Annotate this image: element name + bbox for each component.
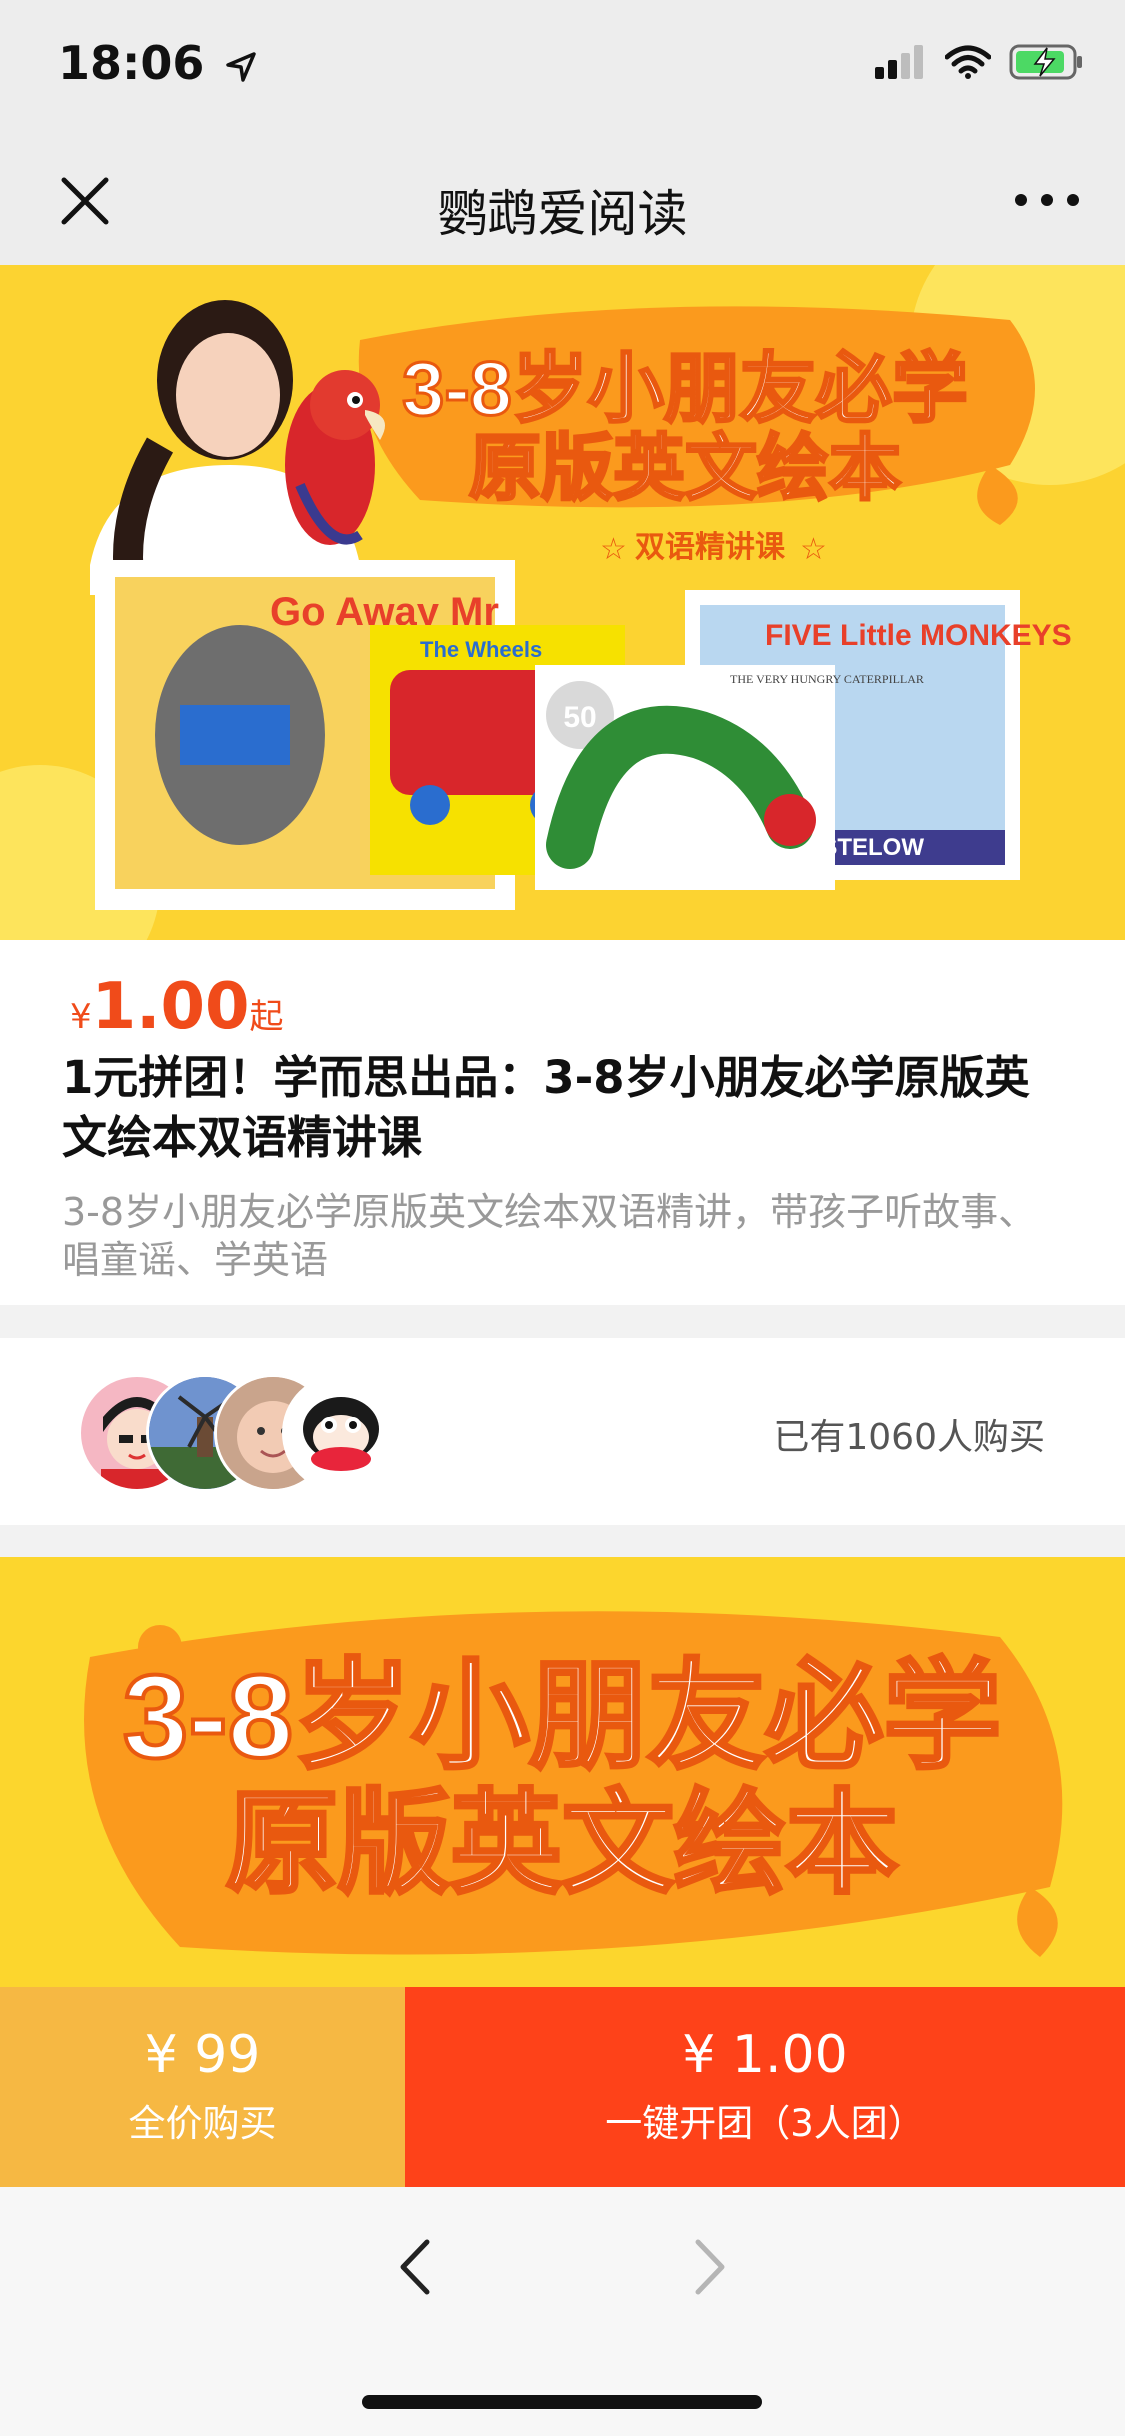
banner-illustration: 3-8岁小朋友必学 原版英文绘本 ☆ 双语精讲课 ☆ Go Away Mr Th… bbox=[0, 265, 1125, 940]
status-time: 18:06 bbox=[58, 36, 258, 90]
product-banner[interactable]: 3-8岁小朋友必学 原版英文绘本 ☆ 双语精讲课 ☆ Go Away Mr Th… bbox=[0, 265, 1125, 940]
full-price-buy-button[interactable]: ¥ 99 全价购买 bbox=[0, 1987, 405, 2187]
status-bar: 18:06 bbox=[0, 0, 1125, 140]
product-price: ¥1.00起 bbox=[70, 970, 284, 1044]
svg-text:☆: ☆ bbox=[600, 533, 627, 566]
buyer-avatars bbox=[78, 1374, 408, 1492]
home-indicator bbox=[362, 2395, 762, 2409]
group-price: ¥ 1.00 bbox=[682, 2025, 848, 2085]
banner-headline-line1: 3-8岁小朋友必学 bbox=[402, 347, 968, 432]
detail-banner: 3-8岁小朋友必学 原版英文绘本 bbox=[0, 1557, 1125, 1987]
battery-charging-icon bbox=[1009, 44, 1082, 80]
avatar bbox=[282, 1374, 400, 1492]
buyers-row: 已有1060人购买 bbox=[0, 1338, 1125, 1525]
book-4-title: FIVE Little MONKEYS bbox=[765, 619, 1072, 652]
nav-bar: 鹦鹉爱阅读 bbox=[0, 140, 1125, 265]
detail-headline-line2: 原版英文绘本 bbox=[226, 1781, 898, 1906]
price-suffix: 起 bbox=[249, 997, 284, 1037]
buyers-count: 已有1060人购买 bbox=[773, 1417, 1045, 1458]
price-value: 1.00 bbox=[91, 970, 250, 1044]
browser-bottom-nav bbox=[0, 2187, 1125, 2436]
banner-tag: 双语精讲课 bbox=[635, 531, 786, 564]
svg-text:☆: ☆ bbox=[800, 533, 827, 566]
chevron-left-icon[interactable] bbox=[395, 2237, 433, 2297]
group-buy-button[interactable]: ¥ 1.00 一键开团（3人团） bbox=[405, 1987, 1125, 2187]
product-subtitle: 3-8岁小朋友必学原版英文绘本双语精讲，带孩子听故事、唱童谣、学英语 bbox=[62, 1190, 1037, 1282]
full-price-label: 全价购买 bbox=[128, 2102, 277, 2145]
buy-bar: ¥ 99 全价购买 ¥ 1.00 一键开团（3人团） bbox=[0, 1987, 1125, 2187]
signal-icon bbox=[875, 45, 923, 79]
banner-headline-line2: 原版英文绘本 bbox=[469, 429, 901, 509]
more-icon[interactable] bbox=[1007, 180, 1087, 220]
wifi-icon bbox=[945, 45, 991, 79]
chevron-right-icon[interactable] bbox=[692, 2237, 730, 2297]
book-2-title: The Wheels bbox=[420, 637, 542, 662]
book-3-title: THE VERY HUNGRY CATERPILLAR bbox=[730, 672, 924, 686]
page-title: 鹦鹉爱阅读 bbox=[437, 185, 688, 243]
book-3-badge: 50 bbox=[563, 701, 596, 734]
product-title: 1元拼团！学而思出品：3-8岁小朋友必学原版英文绘本双语精讲课 bbox=[62, 1051, 1030, 1164]
detail-headline-line1: 3-8岁小朋友必学 bbox=[123, 1651, 1002, 1783]
group-buy-label: 一键开团（3人团） bbox=[605, 2102, 925, 2145]
product-info: ¥1.00起 1元拼团！学而思出品：3-8岁小朋友必学原版英文绘本双语精讲课 3… bbox=[0, 940, 1125, 1305]
full-price: ¥ 99 bbox=[144, 2025, 261, 2085]
location-arrow-icon bbox=[226, 51, 257, 82]
price-currency: ¥ bbox=[70, 997, 92, 1037]
